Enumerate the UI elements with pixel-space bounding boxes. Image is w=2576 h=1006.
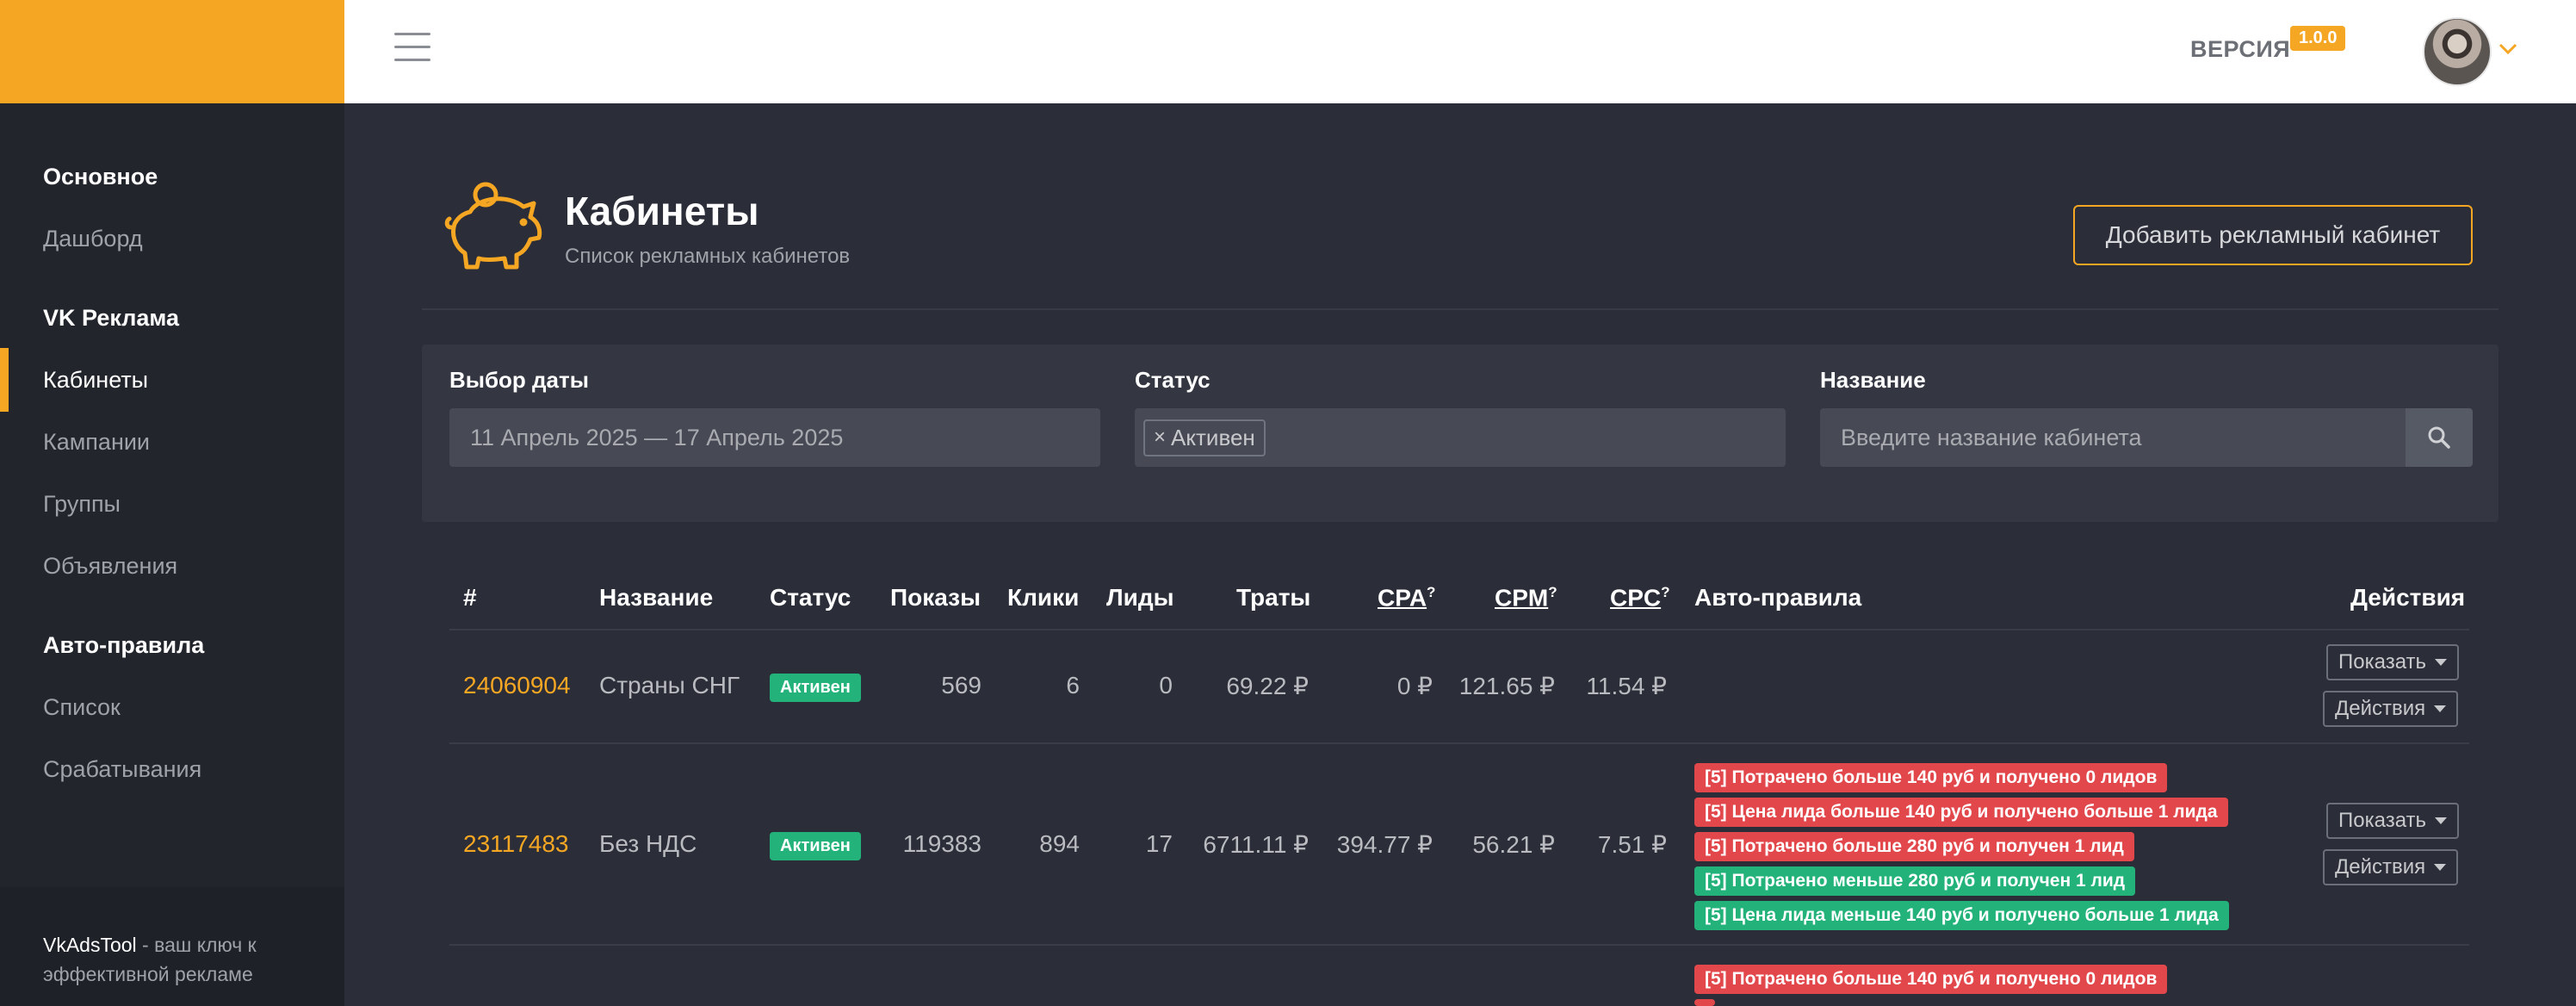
version-badge: 1.0.0 bbox=[2290, 26, 2346, 51]
col-header-clicks[interactable]: Клики bbox=[1007, 584, 1079, 612]
col-header-id: # bbox=[463, 584, 477, 611]
remove-chip-icon[interactable]: × bbox=[1154, 425, 1166, 450]
cpc-hint[interactable]: ? bbox=[1661, 584, 1669, 600]
sidebar-active-indicator bbox=[0, 348, 9, 412]
col-header-cpa[interactable]: CPA? bbox=[1378, 584, 1435, 612]
row-2-actions-button[interactable]: Действия bbox=[2323, 849, 2459, 885]
row-1-id[interactable]: 24060904 bbox=[463, 672, 571, 699]
caret-down-icon bbox=[2434, 864, 2447, 871]
date-filter-label: Выбор даты bbox=[449, 367, 589, 393]
row-1-status-badge: Активен bbox=[770, 674, 861, 702]
add-cabinet-button[interactable]: Добавить рекламный кабинет bbox=[2073, 205, 2473, 265]
row-divider bbox=[449, 944, 2469, 946]
page-subtitle: Список рекламных кабинетов bbox=[565, 245, 851, 268]
sidebar-item-campaigns[interactable]: Кампании bbox=[43, 429, 150, 456]
cpm-label: CPM bbox=[1495, 584, 1549, 612]
header-divider bbox=[422, 308, 2499, 310]
caret-down-icon bbox=[2434, 705, 2447, 712]
version-label: ВЕРСИЯ bbox=[2190, 36, 2291, 62]
footer-brand: VkAdsTool bbox=[43, 934, 137, 956]
row-1-clicks: 6 bbox=[1066, 672, 1080, 699]
sidebar-item-rules-list[interactable]: Список bbox=[43, 694, 121, 721]
sidebar-heading-main: Основное bbox=[43, 164, 158, 189]
row-2-id[interactable]: 23117483 bbox=[463, 830, 569, 858]
actions-button-label: Действия bbox=[2335, 697, 2426, 720]
cpa-hint[interactable]: ? bbox=[1427, 584, 1435, 600]
col-header-leads[interactable]: Лиды bbox=[1106, 584, 1174, 612]
sidebar-heading-vk-ads: VK Реклама bbox=[43, 305, 180, 331]
sidebar-item-groups[interactable]: Группы bbox=[43, 491, 121, 518]
row-2-cpc: 7.51 ₽ bbox=[1597, 831, 1667, 858]
chevron-down-icon[interactable] bbox=[2499, 43, 2517, 55]
date-range-input[interactable]: 11 Апрель 2025 — 17 Апрель 2025 bbox=[449, 408, 1100, 467]
row-2-name: Без НДС bbox=[599, 830, 697, 857]
row-1-show-button[interactable]: Показать bbox=[2326, 644, 2460, 680]
row-2-cpm: 56.21 ₽ bbox=[1472, 831, 1555, 858]
caret-down-icon bbox=[2435, 659, 2448, 666]
row-2-show-button[interactable]: Показать bbox=[2326, 803, 2460, 839]
row-1-cpc: 11.54 ₽ bbox=[1586, 673, 1667, 699]
sidebar-footer: VkAdsTool - ваш ключ к эффективной рекла… bbox=[0, 887, 344, 1006]
name-filter-label: Название bbox=[1820, 367, 1926, 393]
col-header-impressions[interactable]: Показы bbox=[890, 584, 981, 612]
cpc-label: CPC bbox=[1610, 584, 1662, 612]
sidebar-item-rule-triggers[interactable]: Срабатывания bbox=[43, 756, 201, 783]
table-header-divider bbox=[449, 629, 2469, 630]
row-1-impressions: 569 bbox=[941, 672, 981, 699]
row-1-spend: 69.22 ₽ bbox=[1226, 673, 1309, 699]
cpm-hint[interactable]: ? bbox=[1548, 584, 1557, 600]
col-header-cpc[interactable]: CPC? bbox=[1610, 584, 1670, 612]
sidebar-item-cabinets[interactable]: Кабинеты bbox=[43, 367, 148, 394]
search-button[interactable] bbox=[2406, 408, 2473, 467]
auto-rule-badge: [5] Цена лида больше 140 руб и получено … bbox=[1694, 798, 2228, 827]
row-1-cpa: 0 ₽ bbox=[1396, 673, 1433, 699]
page-title: Кабинеты bbox=[565, 189, 759, 233]
auto-rule-badge: [5] Потрачено больше 280 руб и получен 1… bbox=[1694, 832, 2134, 861]
auto-rule-badge: [5] Потрачено больше 140 руб и получено … bbox=[1694, 965, 2168, 994]
col-header-actions: Действия bbox=[2350, 584, 2466, 611]
cpa-label: CPA bbox=[1378, 584, 1427, 612]
sidebar-item-dashboard[interactable]: Дашборд bbox=[43, 226, 143, 252]
row-2-cpa: 394.77 ₽ bbox=[1336, 831, 1433, 858]
show-button-label: Показать bbox=[2338, 809, 2427, 832]
auto-rule-badge: [5] Потрачено больше 140 руб и получено … bbox=[1694, 763, 2168, 792]
row-1-cpm: 121.65 ₽ bbox=[1458, 673, 1555, 699]
row-1-leads: 0 bbox=[1159, 672, 1173, 699]
col-header-spend[interactable]: Траты bbox=[1236, 584, 1310, 612]
col-header-cpm[interactable]: CPM? bbox=[1495, 584, 1557, 612]
status-chip[interactable]: × Активен bbox=[1143, 419, 1266, 456]
col-header-status[interactable]: Статус bbox=[770, 584, 851, 612]
col-header-name[interactable]: Название bbox=[599, 584, 713, 612]
brand-block bbox=[0, 0, 344, 103]
row-2-impressions: 119383 bbox=[902, 830, 981, 857]
status-filter-label: Статус bbox=[1135, 367, 1211, 393]
filters-panel: Выбор даты 11 Апрель 2025 — 17 Апрель 20… bbox=[422, 345, 2499, 522]
row-divider bbox=[449, 742, 2469, 744]
row-2-spend: 6711.11 ₽ bbox=[1203, 831, 1309, 858]
user-avatar[interactable] bbox=[2423, 17, 2492, 86]
row-2-leads: 17 bbox=[1145, 830, 1173, 857]
row-1-name: Страны СНГ bbox=[599, 672, 740, 699]
status-select[interactable]: × Активен bbox=[1135, 408, 1786, 467]
col-header-auto-rules: Авто-правила bbox=[1694, 584, 1862, 611]
caret-down-icon bbox=[2435, 817, 2448, 824]
show-button-label: Показать bbox=[2338, 650, 2427, 674]
piggy-bank-icon bbox=[444, 182, 542, 270]
auto-rule-badge: [5] Цена лида меньше 140 руб и получено … bbox=[1694, 901, 2229, 930]
sidebar-item-ads[interactable]: Объявления bbox=[43, 553, 177, 580]
actions-button-label: Действия bbox=[2335, 855, 2426, 879]
name-search-input[interactable]: Введите название кабинета bbox=[1820, 408, 2406, 467]
search-icon bbox=[2428, 426, 2450, 449]
row-2-status-badge: Активен bbox=[770, 832, 861, 860]
sidebar-heading-auto-rules: Авто-правила bbox=[43, 632, 205, 658]
row-2-clicks: 894 bbox=[1039, 830, 1080, 857]
auto-rule-badge: [5] Потрачено меньше 280 руб и получен 1… bbox=[1694, 866, 2136, 896]
auto-rule-badge-clipped bbox=[1694, 999, 1715, 1006]
status-chip-label: Активен bbox=[1171, 424, 1255, 450]
menu-icon[interactable] bbox=[394, 33, 430, 62]
row-1-actions-button[interactable]: Действия bbox=[2323, 691, 2459, 727]
